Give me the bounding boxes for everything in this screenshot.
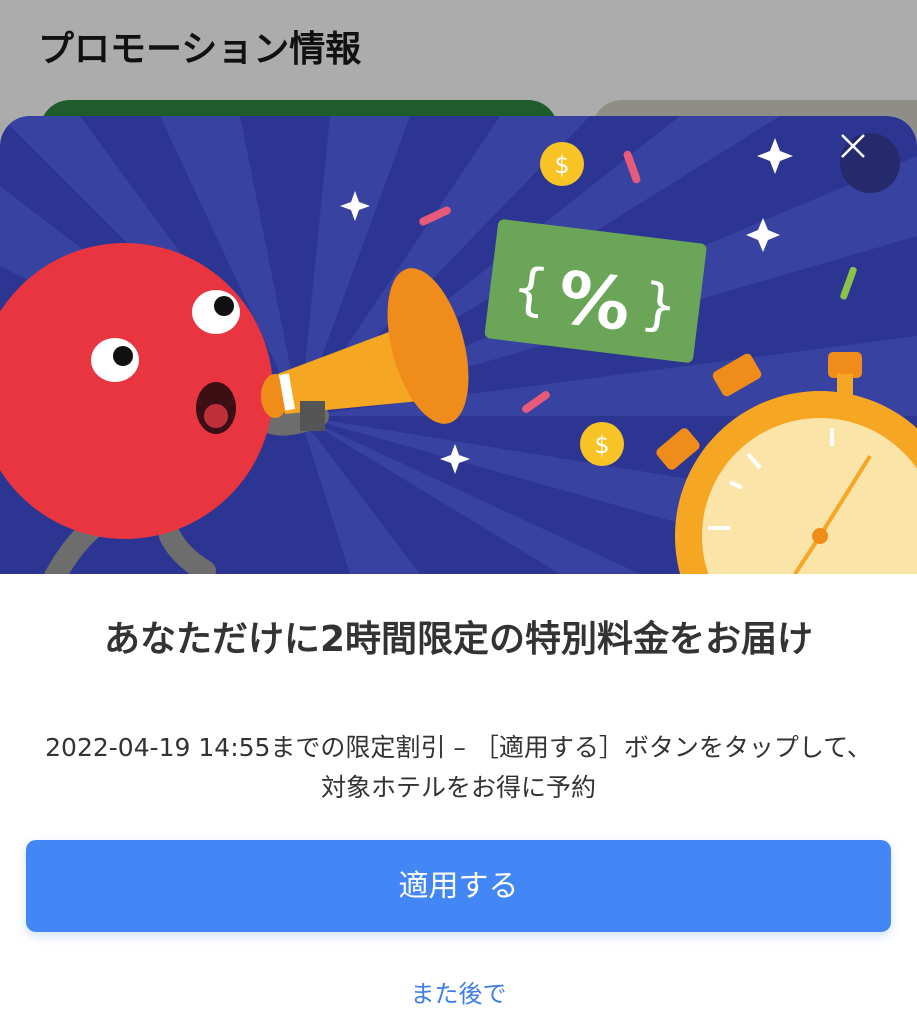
- promotion-modal: $ $ { } % あなただけに2時間限定の特別料金をお届け 2022-04-1…: [0, 116, 917, 1024]
- megaphone-icon: [261, 268, 469, 431]
- mascot-character: [0, 243, 273, 539]
- dollar-coin-icon: $: [580, 422, 624, 466]
- hero-illustration: $ $ { } %: [0, 116, 917, 574]
- close-icon: [841, 134, 865, 158]
- svg-text:$: $: [554, 151, 569, 179]
- promotion-headline: あなただけに2時間限定の特別料金をお届け: [103, 619, 814, 660]
- background-page-title: プロモーション情報: [38, 29, 362, 70]
- dollar-coin-icon: $: [540, 142, 584, 186]
- close-button[interactable]: [840, 133, 900, 193]
- svg-text:$: $: [594, 431, 609, 459]
- svg-text:%: %: [553, 255, 635, 347]
- percent-coupon-icon: { } %: [484, 219, 707, 363]
- promotion-description: 2022-04-19 14:55までの限定割引 – ［適用する］ボタンをタップし…: [45, 733, 872, 802]
- later-link[interactable]: また後で: [0, 974, 917, 1009]
- hero-artwork: $ $ { } %: [0, 116, 917, 574]
- apply-button[interactable]: 適用する: [26, 840, 891, 932]
